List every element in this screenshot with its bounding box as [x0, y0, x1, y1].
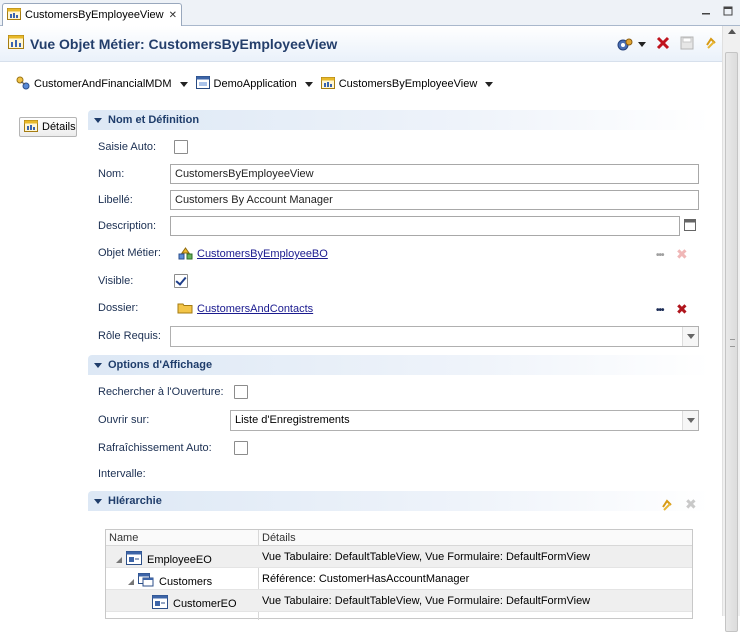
saisie-auto-checkbox[interactable] — [174, 140, 188, 154]
breadcrumb-label: CustomersByEmployeeView — [338, 78, 478, 90]
scroll-up-icon[interactable] — [728, 29, 736, 34]
folder-icon — [177, 302, 193, 314]
collapse-triangle-icon[interactable] — [94, 362, 102, 368]
model-icon — [16, 76, 30, 93]
expand-editor-icon[interactable] — [684, 219, 696, 231]
column-header-details[interactable]: Détails — [262, 532, 296, 544]
row-details: Vue Tabulaire: DefaultTableView, Vue For… — [262, 551, 591, 563]
breadcrumb-item-view[interactable]: CustomersByEmployeeView — [320, 76, 494, 92]
rafraichissement-label: Rafraîchissement Auto: — [98, 442, 212, 454]
breadcrumb-item-model[interactable]: CustomerAndFinancialMDM — [16, 76, 188, 93]
nom-input[interactable] — [170, 164, 699, 184]
close-icon[interactable]: ✕ — [169, 10, 177, 21]
libelle-input[interactable] — [170, 190, 699, 210]
hierarchy-table: Name Détails EmployeeEO Vue Tabulaire: D… — [105, 529, 693, 620]
description-input[interactable] — [170, 216, 680, 236]
chevron-down-icon[interactable] — [638, 42, 646, 47]
column-header-name[interactable]: Name — [109, 532, 138, 544]
chevron-down-icon[interactable] — [682, 411, 698, 430]
minimize-icon[interactable] — [700, 5, 712, 17]
ouvrir-sur-value: Liste d'Enregistrements — [235, 414, 350, 426]
settings-gear-icon[interactable] — [616, 38, 646, 52]
visible-checkbox[interactable] — [174, 274, 188, 288]
rechercher-checkbox[interactable] — [234, 385, 248, 399]
section-hierarchie[interactable]: HIérarchie — [88, 491, 710, 511]
row-name: EmployeeEO — [147, 553, 212, 566]
dossier-link[interactable]: CustomersAndContacts — [197, 303, 313, 315]
relationship-icon — [138, 573, 154, 590]
maximize-icon[interactable] — [722, 5, 734, 17]
row-name: CustomerEO — [173, 597, 237, 610]
section-title: HIérarchie — [108, 495, 162, 507]
description-label: Description: — [98, 220, 157, 232]
application-icon — [195, 76, 210, 92]
view-icon — [24, 119, 38, 135]
save-icon[interactable] — [680, 36, 694, 53]
section-options-affichage[interactable]: Options d'Affichage — [88, 355, 710, 375]
ouvrir-sur-label: Ouvrir sur: — [98, 414, 150, 426]
saisie-auto-label: Saisie Auto: — [98, 141, 157, 153]
objet-metier-label: Objet Métier: — [98, 247, 161, 259]
ouvrir-sur-select[interactable]: Liste d'Enregistrements — [230, 410, 699, 431]
business-object-icon — [178, 247, 193, 260]
breadcrumb-label: DemoApplication — [213, 78, 297, 90]
chevron-down-icon[interactable] — [304, 81, 313, 87]
browse-ellipsis-icon: ••• — [656, 250, 664, 261]
clear-x-icon: ✖ — [676, 246, 688, 262]
table-row[interactable]: Customers Référence: CustomerHasAccountM… — [106, 568, 692, 590]
collapse-triangle-icon[interactable] — [94, 117, 102, 123]
section-nom-et-definition[interactable]: Nom et Définition — [88, 110, 710, 130]
browse-ellipsis-icon[interactable]: ••• — [656, 305, 664, 316]
rechercher-label: Rechercher à l'Ouverture: — [98, 386, 224, 398]
rafraichissement-checkbox[interactable] — [234, 441, 248, 455]
collapse-triangle-icon[interactable] — [94, 498, 102, 504]
role-requis-label: Rôle Requis: — [98, 330, 161, 342]
objet-metier-link[interactable]: CustomersByEmployeeBO — [197, 248, 328, 260]
visible-label: Visible: — [98, 275, 134, 287]
scrollbar-thumb[interactable] — [725, 52, 738, 632]
chevron-down-icon[interactable] — [485, 81, 494, 87]
details-button[interactable]: Détails — [19, 117, 77, 137]
expand-triangle-icon[interactable] — [116, 556, 122, 563]
row-details: Vue Tabulaire: DefaultTableView, Vue For… — [262, 595, 591, 607]
breadcrumb-item-application[interactable]: DemoApplication — [195, 76, 313, 92]
delete-icon: ✖ — [685, 496, 697, 512]
row-name: Customers — [159, 575, 213, 588]
breadcrumb: CustomerAndFinancialMDM DemoApplication … — [16, 74, 501, 94]
nom-label: Nom: — [98, 168, 125, 180]
row-details: Référence: CustomerHasAccountManager — [262, 573, 470, 585]
table-row[interactable]: CustomerEO Vue Tabulaire: DefaultTableVi… — [106, 590, 692, 612]
details-button-label: Détails — [42, 121, 76, 133]
section-title: Nom et Définition — [108, 114, 200, 126]
dossier-label: Dossier: — [98, 302, 139, 314]
tab-customers-by-employee-view[interactable]: CustomersByEmployeeView ✕ — [2, 3, 182, 26]
intervalle-label: Intervalle: — [98, 468, 146, 480]
refresh-icon[interactable] — [660, 498, 674, 512]
table-row[interactable]: EmployeeEO Vue Tabulaire: DefaultTableVi… — [106, 546, 692, 568]
view-icon — [8, 35, 24, 52]
role-requis-select[interactable] — [170, 326, 699, 347]
tab-label: CustomersByEmployeeView — [25, 9, 164, 21]
delete-icon[interactable] — [656, 36, 670, 53]
libelle-label: Libellé: — [98, 194, 133, 206]
entity-icon — [126, 551, 142, 568]
refresh-icon[interactable] — [704, 36, 718, 53]
view-icon — [320, 76, 335, 92]
chevron-down-icon[interactable] — [682, 327, 698, 346]
entity-icon — [152, 595, 168, 612]
expand-triangle-icon[interactable] — [128, 578, 134, 585]
vertical-scrollbar[interactable] — [722, 26, 740, 632]
clear-x-icon[interactable]: ✖ — [676, 302, 688, 316]
section-title: Options d'Affichage — [108, 359, 213, 371]
chevron-down-icon[interactable] — [179, 81, 188, 87]
page-title: Vue Objet Métier: CustomersByEmployeeVie… — [30, 35, 338, 52]
table-header: Name Détails — [106, 530, 692, 546]
breadcrumb-label: CustomerAndFinancialMDM — [34, 78, 172, 90]
view-icon — [7, 7, 21, 23]
editor-tab-bar: CustomersByEmployeeView ✕ — [0, 0, 740, 26]
page-header: Vue Objet Métier: CustomersByEmployeeVie… — [0, 26, 740, 62]
